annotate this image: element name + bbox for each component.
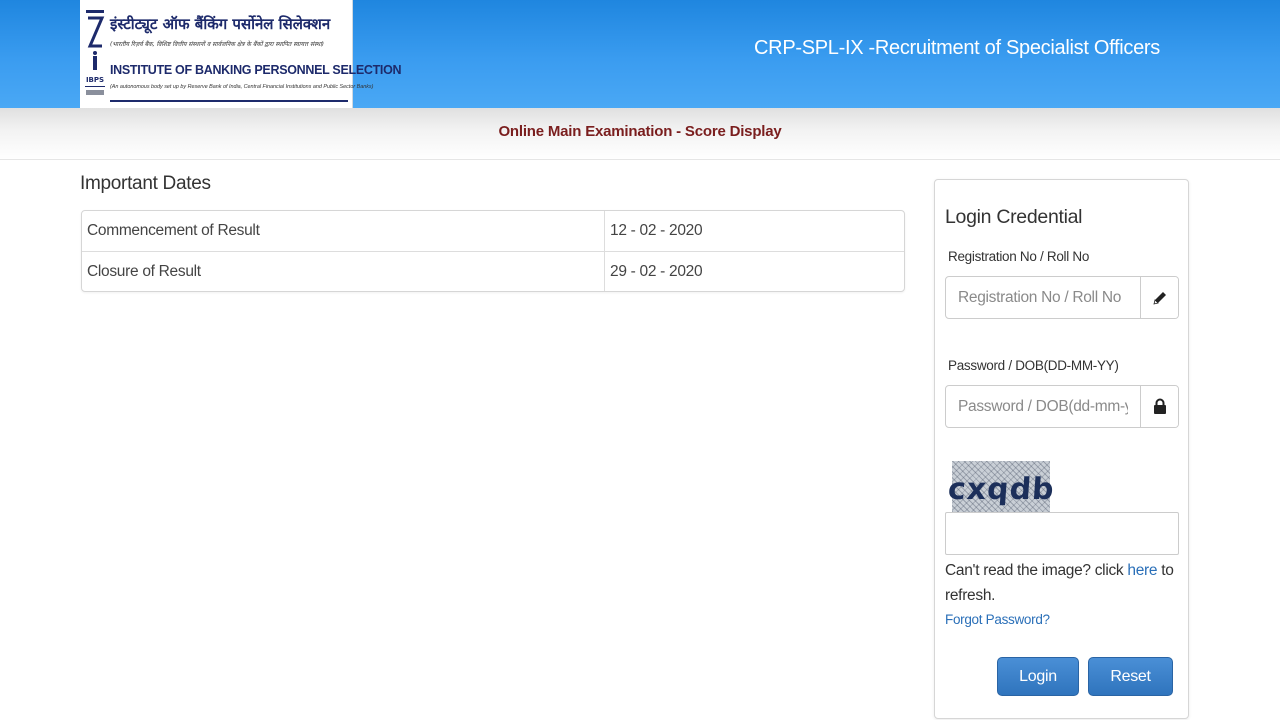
login-panel: Login Credential Registration No / Roll … — [934, 179, 1189, 719]
top-header-bar: IBPS इंस्टीट्यूट ऑफ बैंकिंग पर्सोनेल सिल… — [0, 0, 1280, 108]
subheader-title: Online Main Examination - Score Display — [498, 123, 782, 140]
captcha-input[interactable] — [945, 512, 1179, 555]
logo-english-name: INSTITUTE OF BANKING PERSONNEL SELECTION — [110, 63, 402, 77]
page-title: CRP-SPL-IX -Recruitment of Specialist Of… — [754, 37, 1160, 59]
captcha-text: cxqdb — [946, 472, 1056, 507]
ibps-logo: IBPS इंस्टीट्यूट ऑफ बैंकिंग पर्सोनेल सिल… — [80, 0, 402, 108]
reset-button[interactable]: Reset — [1088, 657, 1173, 696]
lock-icon — [1153, 398, 1166, 414]
captcha-image: cxqdb — [946, 461, 1056, 512]
date-value: 12 - 02 - 2020 — [610, 222, 703, 239]
ibps-mark-text: IBPS — [86, 76, 104, 84]
important-dates-table: Commencement of Result 12 - 02 - 2020 Cl… — [81, 210, 905, 292]
password-label: Password / DOB(DD-MM-YY) — [948, 358, 1119, 373]
date-label: Commencement of Result — [82, 211, 605, 251]
registration-input[interactable] — [946, 277, 1140, 318]
ibps-emblem-icon: IBPS — [85, 10, 105, 95]
registration-input-group — [945, 276, 1179, 319]
forgot-password-link[interactable]: Forgot Password? — [945, 612, 1050, 627]
password-addon — [1140, 386, 1178, 427]
captcha-refresh-text: Can't read the image? click here to refr… — [945, 558, 1175, 608]
important-dates-heading: Important Dates — [80, 173, 211, 194]
logo-hindi-name: इंस्टीट्यूट ऑफ बैंकिंग पर्सोनेल सिलेक्शन — [110, 15, 331, 33]
pencil-icon — [1152, 291, 1166, 305]
registration-addon — [1140, 277, 1178, 318]
refresh-prefix: Can't read the image? click — [945, 562, 1128, 579]
login-button[interactable]: Login — [997, 657, 1079, 696]
logo-divider — [110, 100, 348, 102]
logo-hindi-subtitle: (भारतीय रिज़र्व बैंक, विशिष्ट वित्तीय सं… — [110, 41, 324, 48]
login-heading: Login Credential — [945, 206, 1083, 228]
date-label: Closure of Result — [82, 252, 605, 291]
captcha-refresh-link[interactable]: here — [1127, 562, 1157, 579]
password-input-group — [945, 385, 1179, 428]
date-value: 29 - 02 - 2020 — [610, 263, 703, 280]
subheader-bar: Online Main Examination - Score Display — [0, 108, 1280, 160]
table-row: Closure of Result 29 - 02 - 2020 — [82, 251, 904, 291]
registration-label: Registration No / Roll No — [948, 249, 1090, 264]
logo-english-subtitle: (An autonomous body set up by Reserve Ba… — [110, 84, 374, 90]
password-input[interactable] — [946, 386, 1140, 427]
table-row: Commencement of Result 12 - 02 - 2020 — [82, 211, 904, 251]
